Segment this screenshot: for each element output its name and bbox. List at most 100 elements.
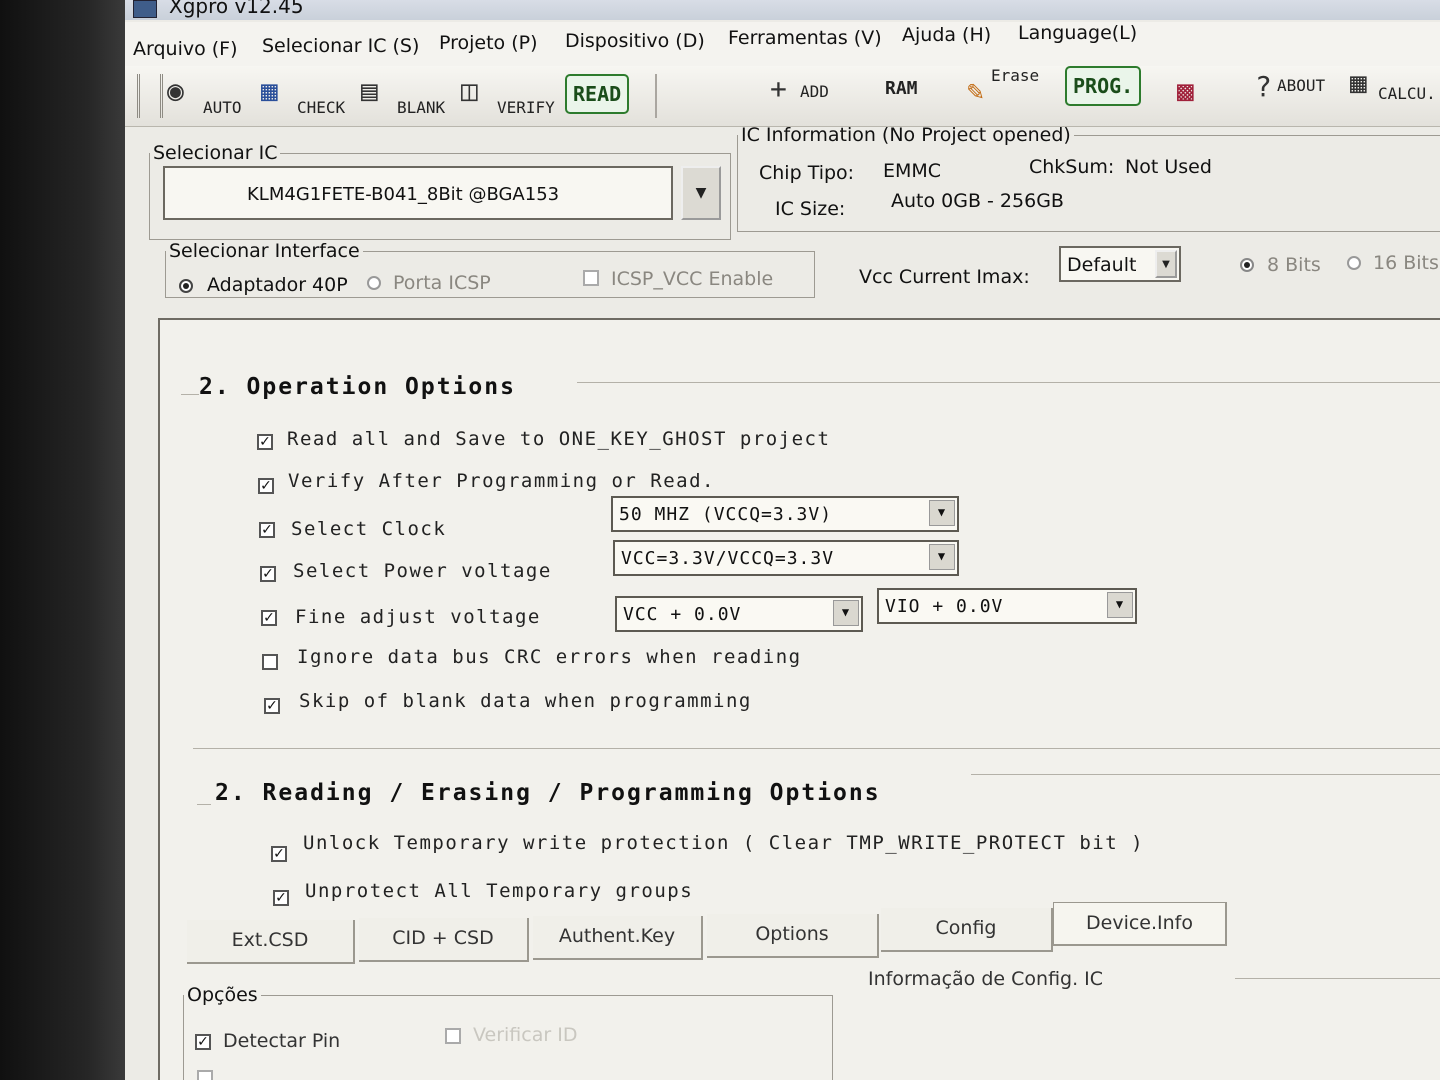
tab-ext-csd[interactable]: Ext.CSD	[187, 920, 355, 964]
ignore-crc-label[interactable]: Ignore data bus CRC errors when reading	[297, 646, 802, 668]
adaptador-40p-radio[interactable]	[179, 279, 193, 293]
vcc-adjust-select[interactable]: VCC + 0.0V ▼	[615, 596, 863, 632]
about-button[interactable]: ? ABOUT	[1255, 70, 1345, 122]
verify-after-checkbox[interactable]: ✓	[258, 478, 274, 494]
window-title: Xgpro v12.45	[169, 0, 304, 18]
unprotect-checkbox[interactable]: ✓	[273, 890, 289, 906]
help-icon: ?	[1255, 70, 1272, 103]
checksum-label: ChkSum:	[1029, 156, 1115, 178]
menu-ajuda[interactable]: Ajuda (H)	[902, 24, 991, 46]
select-clock-label: Select Clock	[291, 518, 447, 540]
power-voltage-select[interactable]: VCC=3.3V/VCCQ=3.3V ▼	[613, 540, 959, 576]
eraser-icon: ✎	[967, 74, 984, 107]
ic-dropdown-button[interactable]: ▼	[681, 166, 721, 220]
config-info-frame-top	[1235, 978, 1440, 979]
skip-blank-checkbox[interactable]: ✓	[264, 698, 280, 714]
vio-adjust-value: VIO + 0.0V	[885, 596, 1004, 617]
select-power-checkbox[interactable]: ✓	[260, 566, 276, 582]
porta-icsp-label[interactable]: Porta ICSP	[393, 272, 491, 294]
calculator-icon: ▦	[1350, 66, 1367, 99]
ic-name-field[interactable]: KLM4G1FETE-B041_8Bit @BGA153	[163, 166, 673, 220]
icsp-vcc-checkbox[interactable]	[583, 270, 599, 286]
unlock-label[interactable]: Unlock Temporary write protection ( Clea…	[303, 832, 1144, 854]
chip-type-value: EMMC	[883, 160, 942, 182]
interface-legend: Selecionar Interface	[169, 240, 360, 262]
read-all-checkbox[interactable]: ✓	[257, 434, 273, 450]
ignore-crc-checkbox[interactable]	[262, 654, 278, 670]
screen-bezel	[0, 0, 125, 1080]
tab-device-info[interactable]: Device.Info	[1053, 902, 1227, 946]
chevron-down-icon: ▼	[929, 500, 955, 526]
auto-button[interactable]: ◉ AUTO	[167, 70, 257, 122]
adaptador-40p-label[interactable]: Adaptador 40P	[207, 274, 348, 296]
checksum-value: Not Used	[1125, 156, 1212, 178]
rep-options-title: 2. Reading / Erasing / Programming Optio…	[215, 780, 881, 806]
rep-frame-top	[971, 774, 1440, 775]
vcc-current-select[interactable]: Default ▼	[1059, 246, 1181, 282]
menu-language[interactable]: Language(L)	[1018, 22, 1137, 44]
ram-button[interactable]: RAM	[883, 70, 953, 122]
chevron-down-icon: ▼	[929, 544, 955, 570]
clock-value: 50 MHZ (VCCQ=3.3V)	[619, 504, 833, 525]
8-bits-label[interactable]: 8 Bits	[1267, 254, 1321, 276]
tab-config[interactable]: Config	[881, 908, 1053, 952]
prog-button[interactable]: PROG.	[1065, 66, 1142, 106]
select-power-label: Select Power voltage	[293, 560, 552, 582]
vcc-current-value: Default	[1067, 254, 1137, 276]
chip-icon: ▩	[1177, 74, 1194, 107]
unprotect-label[interactable]: Unprotect All Temporary groups	[305, 880, 693, 902]
tab-cid-csd[interactable]: CID + CSD	[359, 918, 529, 962]
skip-blank-label[interactable]: Skip of blank data when programming	[299, 690, 752, 712]
check-id-icon: ▦	[261, 74, 278, 107]
add-button[interactable]: + ADD	[770, 70, 850, 122]
menu-projeto[interactable]: Projeto (P)	[439, 32, 538, 54]
calcu-button[interactable]: ▦ CALCU.	[1350, 66, 1440, 122]
verificar-id-label[interactable]: Verificar ID	[473, 1024, 577, 1046]
clock-select[interactable]: 50 MHZ (VCCQ=3.3V) ▼	[611, 496, 959, 532]
erase-button[interactable]: ✎ Erase	[967, 66, 1057, 122]
check-button[interactable]: ▦ CHECK	[261, 70, 357, 122]
16-bits-label[interactable]: 16 Bits	[1373, 252, 1439, 274]
ic-info-legend: IC Information (No Project opened)	[741, 124, 1071, 146]
chevron-down-icon: ▼	[1155, 250, 1177, 278]
16-bits-radio[interactable]	[1347, 256, 1361, 270]
porta-icsp-radio[interactable]	[367, 276, 381, 290]
blank-button[interactable]: ▤ BLANK	[361, 70, 457, 122]
opcoes-legend: Opções	[187, 984, 258, 1006]
fine-adjust-checkbox[interactable]: ✓	[261, 610, 277, 626]
detectar-pin-label[interactable]: Detectar Pin	[223, 1030, 340, 1052]
chevron-down-icon: ▼	[1107, 592, 1133, 618]
chip-button[interactable]: ▩	[1177, 70, 1223, 122]
8-bits-radio[interactable]	[1240, 258, 1254, 272]
config-info-label: Informação de Config. IC	[868, 968, 1104, 990]
read-button[interactable]: READ	[565, 74, 630, 114]
tab-options[interactable]: Options	[707, 914, 879, 958]
select-ic-legend: Selecionar IC	[153, 142, 278, 164]
blank-icon: ▤	[361, 74, 378, 107]
app-window: Xgpro v12.45 Arquivo (F) Selecionar IC (…	[125, 0, 1440, 1080]
select-clock-checkbox[interactable]: ✓	[259, 522, 275, 538]
rep-frame-left	[197, 804, 211, 805]
menu-ferramentas[interactable]: Ferramentas (V)	[728, 27, 882, 49]
verify-after-label[interactable]: Verify After Programming or Read.	[288, 470, 715, 492]
operation-frame-bottom	[193, 748, 1440, 749]
unlock-checkbox[interactable]: ✓	[271, 846, 287, 862]
fine-adjust-label: Fine adjust voltage	[295, 606, 541, 628]
operation-options-title: 2. Operation Options	[199, 374, 516, 400]
menu-arquivo[interactable]: Arquivo (F)	[133, 38, 238, 60]
plus-icon: +	[770, 72, 787, 105]
vio-adjust-select[interactable]: VIO + 0.0V ▼	[877, 588, 1137, 624]
menu-dispositivo[interactable]: Dispositivo (D)	[565, 30, 705, 52]
icsp-vcc-label[interactable]: ICSP_VCC Enable	[611, 268, 773, 290]
chip-type-label: Chip Tipo:	[759, 162, 855, 184]
extra-option-checkbox[interactable]	[197, 1070, 213, 1080]
ic-size-value: Auto 0GB - 256GB	[891, 190, 1064, 212]
read-all-label[interactable]: Read all and Save to ONE_KEY_GHOST proje…	[287, 428, 830, 450]
toolbar-grip[interactable]	[137, 74, 163, 118]
tab-authent-key[interactable]: Authent.Key	[533, 916, 703, 960]
verify-button[interactable]: ◫ VERIFY	[461, 70, 561, 122]
verificar-id-checkbox[interactable]	[445, 1028, 461, 1044]
menu-bar: Arquivo (F) Selecionar IC (S) Projeto (P…	[125, 22, 1440, 66]
menu-selecionar-ic[interactable]: Selecionar IC (S)	[262, 35, 419, 57]
detectar-pin-checkbox[interactable]: ✓	[195, 1034, 211, 1050]
